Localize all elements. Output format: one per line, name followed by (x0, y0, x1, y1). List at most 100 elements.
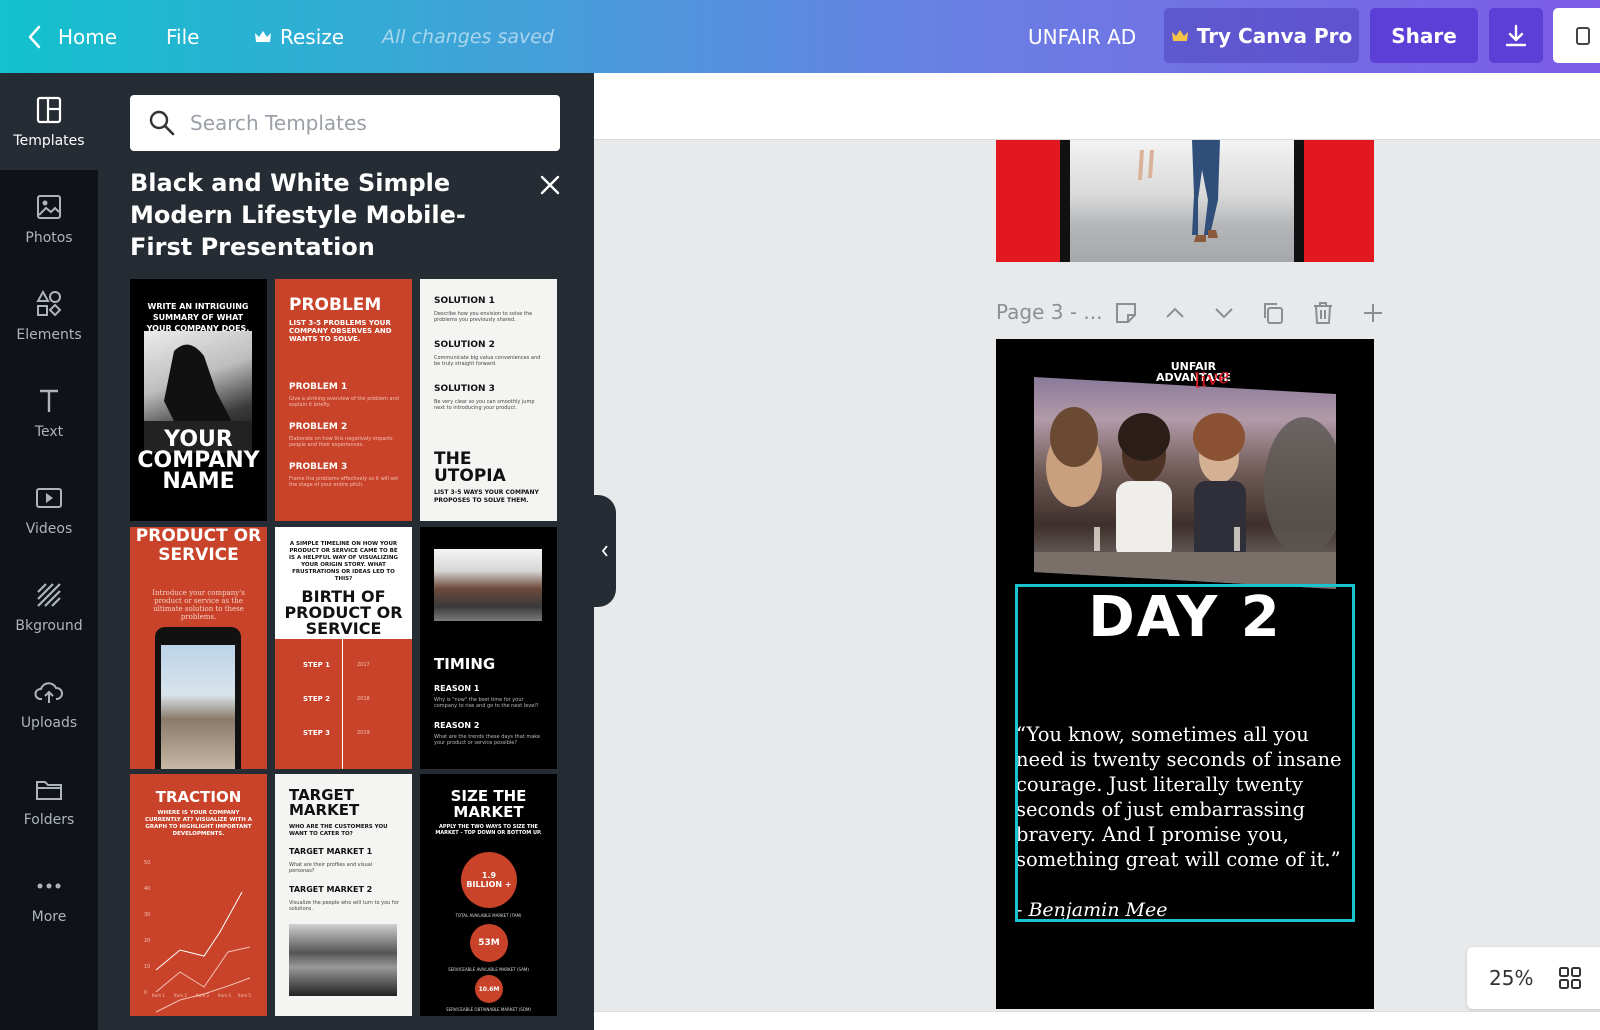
more-icon (37, 883, 61, 888)
present-icon (1576, 26, 1590, 45)
thumb-text: A SIMPLE TIMELINE ON HOW YOUR PRODUCT OR… (289, 541, 398, 582)
search-box[interactable] (130, 95, 560, 151)
nav-folders[interactable]: Folders (0, 752, 98, 849)
thumb-heading: BIRTH OF PRODUCT OR SERVICE (284, 587, 403, 638)
x-tick: Item 2 (174, 993, 187, 998)
thumb-text: TARGET MARKET 2 (289, 885, 373, 894)
share-button[interactable]: Share (1370, 8, 1478, 63)
home-label: Home (58, 24, 118, 49)
nav-elements[interactable]: Elements (0, 267, 98, 364)
thumb-text: Introduce your company's product or serv… (152, 589, 245, 621)
template-set-title: Black and White Simple Modern Lifestyle … (130, 169, 466, 261)
y-tick: 30 (144, 912, 151, 918)
thumb-heading: TRACTION (155, 788, 242, 806)
nav-label: Text (34, 423, 64, 440)
move-page-down-icon[interactable] (1211, 300, 1237, 326)
nav-videos[interactable]: Videos (0, 461, 98, 558)
nav-label: Photos (25, 229, 73, 246)
top-bar: Home File Resize All changes saved UNFAI… (0, 0, 1600, 73)
horizontal-scrollbar[interactable] (594, 1011, 1600, 1030)
home-button[interactable]: Home (26, 0, 117, 73)
template-thumbnail-problem[interactable]: PROBLEM LIST 3-5 PROBLEMS YOUR COMPANY O… (275, 279, 412, 521)
nav-uploads[interactable]: Uploads (0, 655, 98, 752)
chevron-left-icon (28, 25, 41, 48)
thumb-text: TOTAL AVAILABLE MARKET (TAM) (455, 913, 522, 918)
tam-circle: 1.9 BILLION + (461, 852, 517, 908)
x-tick: Item 3 (196, 993, 209, 998)
page-label[interactable]: Page 3 - ... (996, 300, 1103, 324)
timeline-line (342, 639, 343, 769)
duplicate-page-icon[interactable] (1260, 300, 1286, 326)
thumb-text: Elaborate on how this negatively impacts… (289, 436, 393, 448)
grid-view-icon[interactable] (1557, 965, 1583, 991)
add-page-icon[interactable] (1360, 300, 1386, 326)
side-nav: Templates Photos Elements Text Videos Bk… (0, 73, 98, 1030)
template-thumbnail-target-market[interactable]: TARGET MARKET WHO ARE THE CUSTOMERS YOU … (275, 774, 412, 1016)
thumb-heading: THE UTOPIA (434, 449, 506, 486)
thumb-text: REASON 1 (434, 684, 480, 693)
thumb-text: PROBLEM 2 (289, 422, 348, 432)
thumb-text: LIST 3-5 WAYS YOUR COMPANY PROPOSES TO S… (434, 489, 539, 504)
nav-label: Folders (23, 811, 75, 828)
thumb-text: TARGET MARKET 1 (289, 847, 373, 856)
collapse-panel-button[interactable] (594, 495, 616, 607)
thumb-text: STEP 2 (303, 695, 331, 703)
thumb-heading: SIZE THE MARKET (450, 787, 527, 821)
thumb-text: WHO ARE THE CUSTOMERS YOU WANT TO CATER … (289, 824, 388, 837)
house-photo (161, 645, 235, 769)
download-button[interactable] (1489, 8, 1543, 63)
template-thumbnail-timing[interactable]: TIMING REASON 1 Why is "now" the best ti… (420, 527, 557, 769)
som-circle: 10.6M (475, 975, 503, 1003)
thumb-text: 10.6M (478, 985, 500, 993)
thumb-text: PROBLEM 1 (289, 382, 348, 392)
x-tick: Item 4 (218, 993, 231, 998)
template-thumbnail-product[interactable]: PRODUCT OR SERVICE Introduce your compan… (130, 527, 267, 769)
people-figures (1034, 407, 1336, 589)
close-icon[interactable] (536, 171, 564, 199)
page-3-canvas[interactable]: UNFAIR ADVANTAGE live DAY 2 “You know, s… (996, 339, 1374, 1009)
page-2-photo-frame (1060, 140, 1304, 262)
thumb-text: STEP 1 (303, 661, 331, 669)
file-menu-button[interactable]: File (166, 0, 199, 73)
thumb-text: 2018 (357, 696, 370, 702)
thumb-text: Frame the problems effectively so it wil… (289, 476, 399, 488)
nav-label: Elements (16, 326, 82, 343)
template-thumbnail-traction[interactable]: TRACTION WHERE IS YOUR COMPANY CURRENTLY… (130, 774, 267, 1016)
x-tick: Item 5 (238, 993, 251, 998)
resize-button[interactable]: Resize (254, 0, 344, 73)
thumb-heading: TIMING (434, 655, 496, 673)
thumb-text: SOLUTION 3 (434, 384, 495, 394)
thumb-text: Describe how you envision to solve the p… (434, 311, 533, 323)
save-status: All changes saved (382, 0, 554, 73)
nav-background[interactable]: Bkground (0, 558, 98, 655)
share-label: Share (1391, 23, 1457, 48)
move-page-up-icon[interactable] (1162, 300, 1188, 326)
template-thumbnail-birth-of-product[interactable]: A SIMPLE TIMELINE ON HOW YOUR PRODUCT OR… (275, 527, 412, 769)
notes-icon[interactable] (1113, 300, 1139, 326)
delete-page-icon[interactable] (1310, 300, 1336, 326)
template-thumbnail-solution[interactable]: SOLUTION 1 Describe how you envision to … (420, 279, 557, 521)
nav-photos[interactable]: Photos (0, 170, 98, 267)
document-title[interactable]: UNFAIR AD (1028, 0, 1136, 73)
try-canva-pro-button[interactable]: Try Canva Pro (1164, 8, 1359, 63)
template-thumbnail-company-name[interactable]: WRITE AN INTRIGUING SUMMARY OF WHAT YOUR… (130, 279, 267, 521)
page-2-preview[interactable] (996, 140, 1374, 262)
nav-text[interactable]: Text (0, 364, 98, 461)
unfair-advantage-logo: UNFAIR ADVANTAGE live (1156, 361, 1232, 393)
folders-icon (36, 780, 62, 800)
thumb-heading: PROBLEM (289, 295, 382, 315)
search-templates-input[interactable] (190, 111, 530, 135)
thumb-text: APPLY THE TWO WAYS TO SIZE THE MARKET - … (435, 824, 542, 836)
more-options-button[interactable] (1553, 8, 1600, 63)
thumb-text: 2019 (357, 730, 370, 736)
file-label: File (166, 24, 200, 49)
selection-box[interactable] (1015, 584, 1355, 922)
template-thumbnail-size-the-market[interactable]: SIZE THE MARKET APPLY THE TWO WAYS TO SI… (420, 774, 557, 1016)
zoom-level[interactable]: 25% (1489, 966, 1533, 990)
meeting-photo (1034, 377, 1336, 589)
nav-templates[interactable]: Templates (0, 73, 98, 170)
nav-more[interactable]: More (0, 849, 98, 946)
thumb-text: SOLUTION 2 (434, 340, 495, 350)
thumb-text: Why is "now" the best time for your comp… (434, 697, 539, 709)
document-title-text: UNFAIR AD (1028, 24, 1137, 49)
